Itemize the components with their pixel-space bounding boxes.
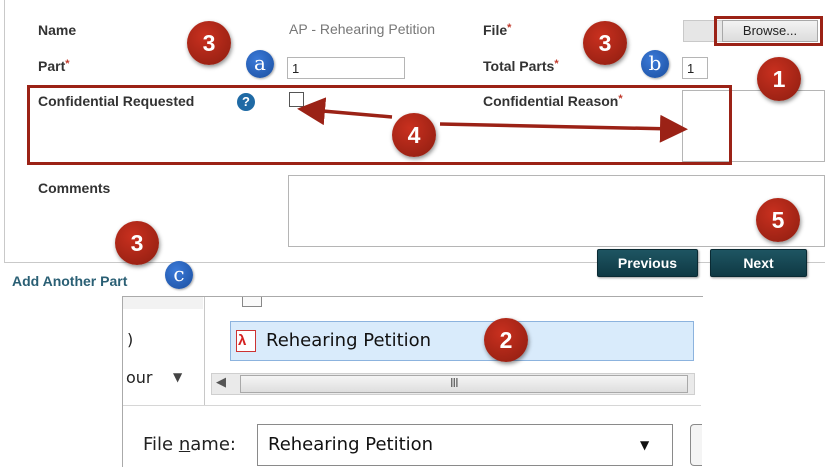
nav-pane-edge bbox=[123, 297, 203, 309]
file-name-label-accesskey: n bbox=[178, 434, 191, 455]
pane-divider[interactable] bbox=[204, 297, 205, 405]
scrollbar-thumb[interactable] bbox=[240, 375, 688, 393]
arrow-to-checkbox bbox=[297, 97, 393, 126]
scroll-left-icon[interactable]: ◀ bbox=[213, 375, 229, 390]
callout-a: a bbox=[246, 50, 274, 78]
callout-b: b bbox=[641, 50, 669, 78]
callout-4: 4 bbox=[392, 113, 436, 157]
callout-c: c bbox=[165, 261, 193, 289]
callout-1: 1 bbox=[757, 57, 801, 101]
file-icon bbox=[242, 297, 262, 307]
chevron-down-icon[interactable]: ▼ bbox=[173, 370, 182, 384]
callout-3-file: 3 bbox=[583, 21, 627, 65]
pdf-file-icon: λ bbox=[236, 330, 256, 352]
file-row-partial[interactable] bbox=[242, 297, 542, 309]
scroll-grip-icon: III bbox=[450, 376, 459, 390]
file-name-value: Rehearing Petition bbox=[268, 434, 434, 455]
file-list-item-label: Rehearing Petition bbox=[266, 330, 432, 351]
callout-3-name: 3 bbox=[187, 21, 231, 65]
dialog-separator bbox=[123, 405, 701, 406]
file-name-label: File name: bbox=[143, 434, 236, 455]
nav-pane-partial-text: our bbox=[126, 368, 153, 387]
file-name-label-part: File bbox=[143, 434, 179, 455]
arrow-to-reason bbox=[439, 114, 688, 143]
callout-3-addpart: 3 bbox=[115, 221, 159, 265]
callout-2: 2 bbox=[484, 318, 528, 362]
file-name-label-part: ame: bbox=[190, 434, 236, 455]
chevron-down-icon[interactable]: ▼ bbox=[640, 438, 649, 452]
file-type-combobox-edge[interactable] bbox=[690, 424, 702, 466]
callout-5: 5 bbox=[756, 198, 800, 242]
nav-pane-partial-text: ) bbox=[127, 330, 134, 349]
